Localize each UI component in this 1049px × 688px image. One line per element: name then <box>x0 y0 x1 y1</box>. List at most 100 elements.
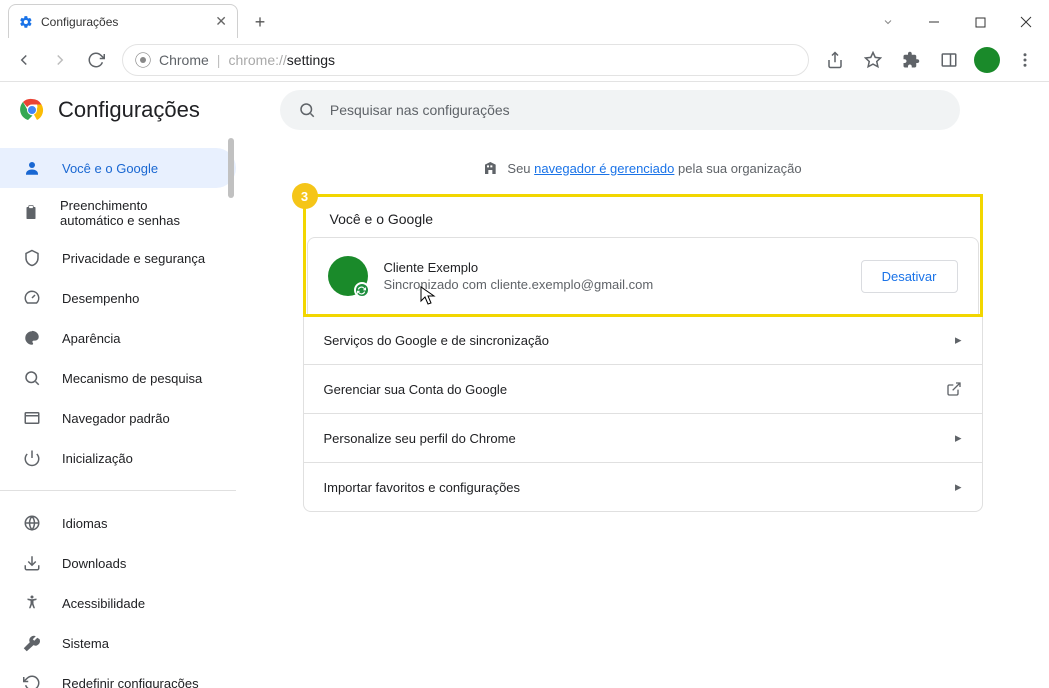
download-icon <box>22 554 42 572</box>
search-icon <box>22 369 42 387</box>
sidebar-item-you-and-google[interactable]: Você e o Google <box>0 148 236 188</box>
sidebar-item-label: Idiomas <box>62 516 108 531</box>
sidebar-item-privacy[interactable]: Privacidade e segurança <box>0 238 236 278</box>
search-placeholder: Pesquisar nas configurações <box>330 102 510 118</box>
sidebar-item-label: Aparência <box>62 331 121 346</box>
reset-icon <box>22 674 42 688</box>
managed-prefix: Seu <box>507 161 534 176</box>
managed-link[interactable]: navegador é gerenciado <box>534 161 674 176</box>
row-label: Personalize seu perfil do Chrome <box>324 431 516 446</box>
settings-title-group: Configurações <box>20 97 200 123</box>
sidebar-divider <box>0 490 236 491</box>
sidebar-item-search-engine[interactable]: Mecanismo de pesquisa <box>0 358 236 398</box>
omnibox-url: chrome://settings <box>228 52 335 68</box>
new-tab-button[interactable]: + <box>246 8 274 36</box>
profile-avatar <box>328 256 368 296</box>
accessibility-icon <box>22 594 42 612</box>
menu-kebab-icon[interactable] <box>1009 44 1041 76</box>
sidebar-item-default-browser[interactable]: Navegador padrão <box>0 398 236 438</box>
omnibox-separator: | <box>217 52 221 68</box>
shield-icon <box>22 249 42 267</box>
settings-header: Configurações Pesquisar nas configuraçõe… <box>0 82 1049 138</box>
row-sync-services[interactable]: Serviços do Google e de sincronização ▸ <box>304 316 982 364</box>
sidebar-item-label: Inicialização <box>62 451 133 466</box>
sidebar-item-downloads[interactable]: Downloads <box>0 543 236 583</box>
profile-avatar-icon[interactable] <box>971 44 1003 76</box>
wrench-icon <box>22 634 42 652</box>
profile-name: Cliente Exemplo <box>384 260 654 275</box>
section-title: Você e o Google <box>306 197 980 237</box>
sidebar-item-label: Sistema <box>62 636 109 651</box>
managed-banner: Seu navegador é gerenciado pela sua orga… <box>303 150 983 194</box>
palette-icon <box>22 329 42 347</box>
sidebar-item-label: Acessibilidade <box>62 596 145 611</box>
forward-button[interactable] <box>44 44 76 76</box>
omnibox-chrome-label: Chrome <box>159 52 209 68</box>
globe-icon <box>22 514 42 532</box>
power-icon <box>22 449 42 467</box>
sidebar: Você e o Google Preenchimento automático… <box>0 138 236 688</box>
managed-suffix: pela sua organização <box>674 161 801 176</box>
sidebar-item-label: Navegador padrão <box>62 411 170 426</box>
sidebar-item-label: Downloads <box>62 556 126 571</box>
highlight-badge: 3 <box>292 183 318 209</box>
window-minimize-button[interactable] <box>911 6 957 38</box>
window-close-button[interactable] <box>1003 6 1049 38</box>
extensions-icon[interactable] <box>895 44 927 76</box>
settings-gear-icon <box>19 15 33 29</box>
scrollbar[interactable] <box>228 138 234 198</box>
page-title: Configurações <box>58 97 200 123</box>
bookmark-star-icon[interactable] <box>857 44 889 76</box>
sidebar-item-label: Mecanismo de pesquisa <box>62 371 202 386</box>
profile-row: Cliente Exemplo Sincronizado com cliente… <box>308 238 978 314</box>
row-label: Gerenciar sua Conta do Google <box>324 382 508 397</box>
sidebar-item-autofill[interactable]: Preenchimento automático e senhas <box>0 188 236 238</box>
external-link-icon <box>946 381 962 397</box>
row-manage-google-account[interactable]: Gerenciar sua Conta do Google <box>304 364 982 413</box>
toolbar: Chrome | chrome://settings <box>0 38 1049 82</box>
back-button[interactable] <box>8 44 40 76</box>
window-titlebar: Configurações ✕ + <box>0 0 1049 38</box>
person-icon <box>22 159 42 177</box>
sidebar-item-reset[interactable]: Redefinir configurações <box>0 663 236 688</box>
row-customize-profile[interactable]: Personalize seu perfil do Chrome ▸ <box>304 413 982 462</box>
search-icon <box>298 101 316 119</box>
close-tab-icon[interactable]: ✕ <box>215 13 227 30</box>
profile-sync-text: Sincronizado com cliente.exemplo@gmail.c… <box>384 277 654 292</box>
row-label: Serviços do Google e de sincronização <box>324 333 549 348</box>
sidebar-item-system[interactable]: Sistema <box>0 623 236 663</box>
share-icon[interactable] <box>819 44 851 76</box>
window-caret-icon[interactable] <box>865 6 911 38</box>
content-area: Seu navegador é gerenciado pela sua orga… <box>236 138 1049 688</box>
window-controls <box>865 6 1049 38</box>
sidebar-item-languages[interactable]: Idiomas <box>0 503 236 543</box>
sidebar-item-label: Desempenho <box>62 291 139 306</box>
clipboard-icon <box>22 204 40 222</box>
sidebar-item-label: Privacidade e segurança <box>62 251 205 266</box>
tab-title: Configurações <box>41 15 118 29</box>
row-import-bookmarks[interactable]: Importar favoritos e configurações ▸ <box>304 462 982 511</box>
speedometer-icon <box>22 289 42 307</box>
chevron-right-icon: ▸ <box>955 332 962 348</box>
row-label: Importar favoritos e configurações <box>324 480 521 495</box>
sidebar-item-startup[interactable]: Inicialização <box>0 438 236 478</box>
sidebar-item-label: Preenchimento automático e senhas <box>60 198 214 228</box>
chrome-logo-icon <box>20 98 44 122</box>
building-icon <box>483 160 499 176</box>
reload-button[interactable] <box>80 44 112 76</box>
sidebar-item-performance[interactable]: Desempenho <box>0 278 236 318</box>
settings-search-input[interactable]: Pesquisar nas configurações <box>280 90 960 130</box>
disable-sync-button[interactable]: Desativar <box>861 260 958 293</box>
window-maximize-button[interactable] <box>957 6 1003 38</box>
address-bar[interactable]: Chrome | chrome://settings <box>122 44 809 76</box>
sidebar-item-label: Você e o Google <box>62 161 158 176</box>
chevron-right-icon: ▸ <box>955 479 962 495</box>
sidebar-item-appearance[interactable]: Aparência <box>0 318 236 358</box>
side-panel-icon[interactable] <box>933 44 965 76</box>
sidebar-item-label: Redefinir configurações <box>62 676 199 688</box>
highlight-annotation: 3 Você e o Google Cliente Exemplo Sincro… <box>303 194 983 317</box>
chevron-right-icon: ▸ <box>955 430 962 446</box>
chrome-logo-icon <box>135 52 151 68</box>
browser-tab[interactable]: Configurações ✕ <box>8 4 238 38</box>
sidebar-item-accessibility[interactable]: Acessibilidade <box>0 583 236 623</box>
